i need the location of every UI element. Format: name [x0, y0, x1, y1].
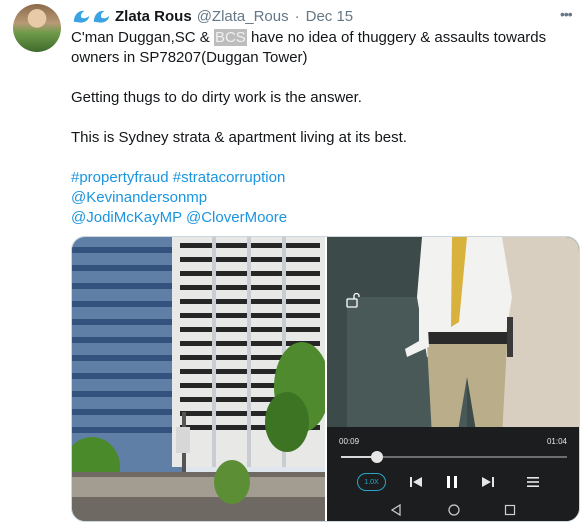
author-handle[interactable]: @Zlata_Rous — [197, 8, 289, 25]
nav-home-icon[interactable] — [447, 503, 461, 517]
hashtag-links[interactable]: #propertyfraud #stratacorruption — [71, 169, 285, 186]
seek-bar[interactable] — [341, 451, 567, 463]
tweet-header: Zlata Rous @Zlata_Rous · Dec 15 — [72, 6, 353, 26]
menu-icon[interactable] — [524, 473, 542, 491]
tweet-line-2: Getting thugs to do dirty work is the an… — [71, 89, 362, 106]
video-player[interactable]: 00:09 01:04 1.0X — [327, 237, 579, 521]
tweet-date[interactable]: Dec 15 — [306, 8, 354, 25]
tweet-line-1-pre: C'man Duggan,SC & — [71, 29, 214, 46]
author-emoji — [72, 8, 111, 24]
author-avatar[interactable] — [13, 4, 61, 52]
redacted-highlight: BCS — [213, 29, 247, 46]
water-wave-icon — [73, 10, 90, 23]
author-name[interactable]: Zlata Rous — [115, 8, 192, 25]
more-horizontal-icon[interactable]: ••• — [560, 6, 573, 22]
skip-next-icon[interactable] — [479, 473, 497, 491]
skip-previous-icon[interactable] — [407, 473, 425, 491]
unlock-icon[interactable] — [345, 292, 361, 308]
tweet-line-3: This is Sydney strata & apartment living… — [71, 129, 407, 146]
tweet-text: C'man Duggan,SC & BCS have no idea of th… — [71, 28, 571, 228]
mention-clovermoore[interactable]: @CloverMoore — [186, 209, 287, 226]
tweet-media[interactable]: 00:09 01:04 1.0X — [71, 236, 580, 522]
water-wave-icon — [93, 10, 110, 23]
nav-recents-icon[interactable] — [503, 503, 517, 517]
pause-icon[interactable] — [443, 473, 461, 491]
building-photo[interactable] — [72, 237, 325, 521]
separator-dot: · — [294, 7, 300, 25]
building-photo-illustration — [72, 237, 325, 521]
tweet-line-1: C'man Duggan,SC & BCS have no idea of th… — [71, 28, 571, 68]
current-time: 00:09 — [339, 437, 360, 446]
mention-jodimckaymp[interactable]: @JodiMcKayMP — [71, 209, 182, 226]
nav-back-icon[interactable] — [389, 503, 403, 517]
mention-kevinandersonmp[interactable]: @Kevinandersonmp — [71, 189, 207, 206]
playback-speed-button[interactable]: 1.0X — [357, 473, 386, 491]
total-time: 01:04 — [546, 437, 567, 446]
